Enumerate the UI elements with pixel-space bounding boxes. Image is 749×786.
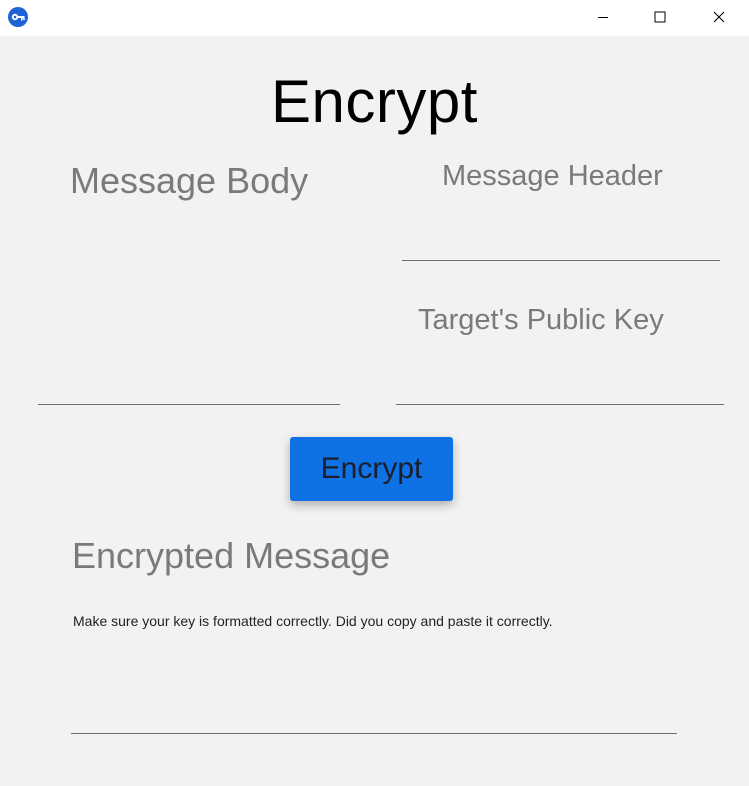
message-body-label: Message Body: [70, 160, 309, 201]
public-key-label: Target's Public Key: [418, 304, 664, 336]
message-header-input[interactable]: [402, 222, 720, 261]
minimize-button[interactable]: [574, 0, 632, 34]
close-icon: [713, 11, 725, 23]
public-key-input[interactable]: [396, 366, 724, 405]
encrypt-button[interactable]: Encrypt: [290, 437, 453, 501]
close-button[interactable]: [690, 0, 748, 34]
encrypted-message-output[interactable]: [71, 640, 677, 734]
message-header-label: Message Header: [442, 160, 663, 192]
title-bar: [0, 0, 749, 36]
page-title: Encrypt: [271, 68, 478, 135]
minimize-icon: [598, 17, 608, 18]
key-icon: [8, 7, 28, 27]
message-body-input[interactable]: [38, 210, 340, 405]
maximize-icon: [654, 11, 666, 23]
status-message: Make sure your key is formatted correctl…: [73, 613, 553, 629]
maximize-button[interactable]: [631, 0, 689, 34]
encrypted-message-label: Encrypted Message: [72, 535, 391, 576]
